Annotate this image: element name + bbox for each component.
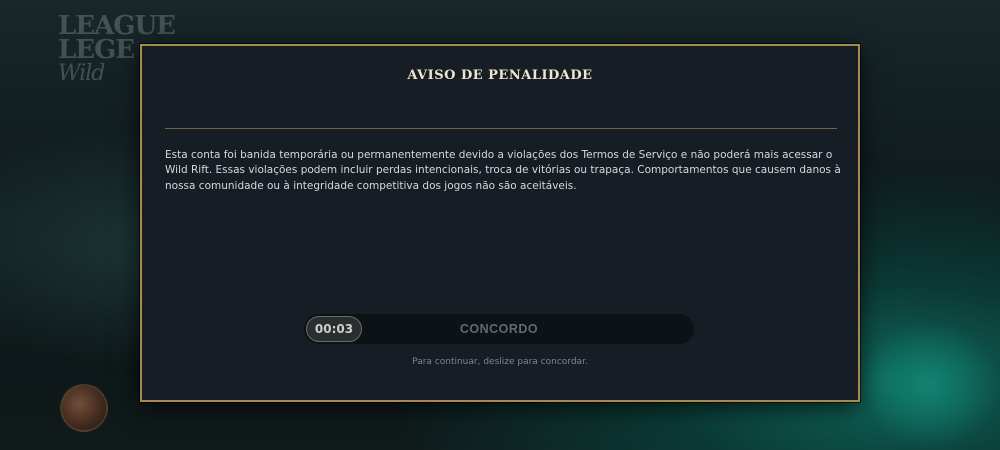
slider-handle[interactable]: 00:03 [306, 316, 362, 342]
slide-hint: Para continuar, deslize para concordar. [412, 357, 588, 367]
avatar [60, 384, 108, 432]
agree-slider[interactable]: CONCORDO 00:03 [304, 314, 694, 344]
background-glow [860, 320, 1000, 450]
penalty-dialog: AVISO DE PENALIDADE Esta conta foi banid… [140, 44, 860, 402]
slider-label: CONCORDO [459, 322, 539, 336]
penalty-message: Esta conta foi banida temporária ou perm… [165, 149, 841, 192]
title-divider [165, 128, 837, 129]
dialog-title: AVISO DE PENALIDADE [407, 68, 593, 83]
